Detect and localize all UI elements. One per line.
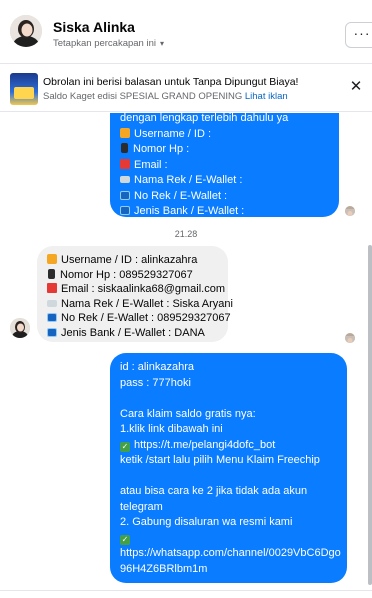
message-line: Nomor Hp : 089529327067 [47, 268, 218, 283]
message-line: dengan lengkap terlebih dahulu ya [120, 113, 289, 124]
message-line: Username / ID : [120, 127, 329, 143]
message-line: Nama Rek / E-Wallet : [120, 173, 329, 189]
atm-icon [47, 327, 57, 337]
view-ad-link[interactable]: Lihat iklan [245, 91, 288, 102]
message-line: id : alinkazahra [120, 361, 194, 373]
email-icon [47, 283, 57, 293]
message-line: 2. Gabung disaluran wa resmi kami [120, 516, 293, 528]
message-line: telegram [120, 500, 163, 513]
message-line: No Rek / E-Wallet : 089529327067 [47, 311, 231, 326]
message-line: pass : 777hoki [120, 376, 191, 389]
scrollbar[interactable] [368, 245, 372, 585]
message-bubble-outgoing[interactable]: dengan lengkap terlebih dahulu ya Userna… [110, 113, 339, 217]
ad-thumbnail[interactable] [10, 73, 38, 105]
telegram-bot-link[interactable]: https://t.me/pelangi4dofc_bot [134, 439, 275, 451]
message-line: Email : [120, 158, 329, 174]
pin-conversation-text[interactable]: Tetapkan percakapan ini [53, 38, 156, 49]
atm-icon [47, 313, 57, 322]
seen-indicator-avatar [345, 333, 355, 343]
ad-banner: Obrolan ini berisi balasan untuk Tanpa D… [0, 64, 372, 112]
message-line: No Rek / E-Wallet : [120, 189, 329, 205]
card-icon [120, 176, 130, 183]
message-line: Cara klaim saldo gratis nya: [120, 407, 256, 420]
atm-icon [120, 206, 130, 215]
check-icon: ✓ [120, 441, 130, 452]
phone-icon [48, 268, 55, 279]
whatsapp-channel-link[interactable]: https://whatsapp.com/channel/0029VbC6Dgo [120, 546, 341, 562]
whatsapp-channel-link-cont[interactable]: 96H4Z6BRlbm1m [120, 562, 337, 578]
message-timestamp: 21.28 [174, 229, 198, 239]
pin-conversation-label[interactable]: Tetapkan percakapan ini ▾ [53, 38, 164, 49]
message-bubble-outgoing[interactable]: id : alinkazahra pass : 777hoki Cara kla… [110, 353, 347, 583]
card-icon [47, 299, 57, 307]
message-line: Username / ID : alinkazahra [47, 253, 218, 268]
check-icon: ✓ [120, 534, 130, 545]
message-line: Jenis Bank / E-Wallet : [120, 204, 329, 220]
email-icon [120, 158, 130, 169]
message-line: ✓ https://t.me/pelangi4dofc_bot [120, 438, 337, 454]
message-line: ✓ [120, 531, 337, 547]
contact-avatar[interactable] [10, 15, 42, 47]
ad-banner-subtitle: Saldo Kaget edisi SPESIAL GRAND OPENING … [43, 91, 288, 102]
message-line: Nama Rek / E-Wallet : Siska Aryani [47, 297, 233, 312]
message-line: atau bisa cara ke 2 jika tidak ada akun [120, 485, 308, 497]
seen-indicator-avatar [345, 206, 355, 216]
chevron-down-icon[interactable]: ▾ [160, 39, 164, 48]
message-line: ketik /start lalu pilih Menu Klaim Freec… [120, 454, 320, 466]
more-options-button[interactable]: ··· [345, 22, 372, 48]
message-line: Nomor Hp : [120, 142, 329, 158]
message-line: Email : siskaalinka68@gmail.com [47, 282, 225, 297]
ad-banner-subtitle-text: Saldo Kaget edisi SPESIAL GRAND OPENING [43, 91, 243, 102]
close-icon[interactable]: ✕ [348, 79, 364, 95]
ad-banner-title: Obrolan ini berisi balasan untuk Tanpa D… [43, 76, 299, 88]
message-line: Jenis Bank / E-Wallet : DANA [47, 326, 218, 341]
id-icon [47, 254, 57, 264]
composer-divider [0, 590, 372, 598]
id-icon [120, 127, 130, 138]
message-bubble-incoming[interactable]: Username / ID : alinkazahra Nomor Hp : 0… [37, 246, 233, 342]
sender-avatar[interactable] [10, 318, 30, 338]
message-list: dengan lengkap terlebih dahulu ya Userna… [0, 113, 372, 598]
contact-name[interactable]: Siska Alinka [53, 19, 135, 35]
atm-icon [120, 190, 130, 200]
phone-icon [121, 143, 128, 153]
message-line: 1.klik link dibawah ini [120, 423, 223, 435]
chat-header: Siska Alinka Tetapkan percakapan ini ▾ ··… [0, 0, 372, 64]
